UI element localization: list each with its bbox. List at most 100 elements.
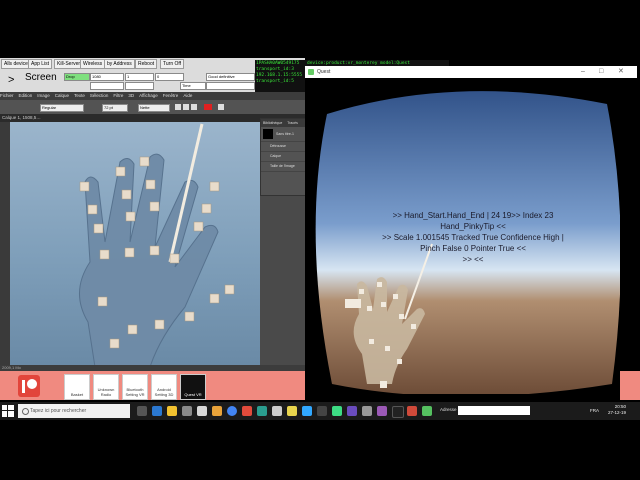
- layer-row[interactable]: Sans titre-1: [261, 127, 306, 142]
- debug-line: >> <<: [462, 255, 484, 264]
- app-icon-purple[interactable]: [377, 406, 387, 416]
- time-label: Time: [180, 82, 206, 90]
- layer-name: Calque: [270, 154, 282, 158]
- menu-item-filtre[interactable]: Filtre: [113, 93, 123, 98]
- hand-mesh-render: [79, 123, 235, 365]
- app-icon-teal[interactable]: [257, 406, 267, 416]
- language-indicator[interactable]: FRA: [590, 408, 599, 413]
- field-row2-b[interactable]: [125, 82, 154, 90]
- quest-title-bar[interactable]: Quest – □ ✕: [305, 66, 637, 78]
- top-black-band: [0, 0, 640, 58]
- tile-unknown-radio[interactable]: Unknown Radio: [93, 374, 119, 400]
- resolution-field[interactable]: 1080: [90, 73, 124, 81]
- bottom-black-band: [0, 420, 640, 480]
- app-icon-gray[interactable]: [272, 406, 282, 416]
- menu-item-3d[interactable]: 3D: [128, 93, 134, 98]
- photoshop-menu-bar: Fichier Edition Image Calque Texte Sélection F…: [0, 92, 305, 100]
- tools-panel: [0, 122, 10, 365]
- layer-row[interactable]: Détrousse: [261, 142, 306, 152]
- hand-debug-text: >> Hand_Start.Hand_End | 24 19>> Index 2…: [368, 210, 578, 265]
- app-icon-green[interactable]: [422, 406, 432, 416]
- tab-traces[interactable]: Tracés: [287, 121, 298, 125]
- menu-item-aide[interactable]: Aide: [183, 93, 192, 98]
- app-icon-red[interactable]: [242, 406, 252, 416]
- tile-basket[interactable]: Basket: [64, 374, 90, 400]
- visual-studio-icon[interactable]: [347, 406, 357, 416]
- app-icon-orange[interactable]: [212, 406, 222, 416]
- search-icon: [22, 408, 29, 415]
- photoshop-canvas[interactable]: [10, 122, 260, 365]
- explorer-icon[interactable]: [167, 406, 177, 416]
- debug-line: >> Hand_Start.Hand_End | 24 19>> Index 2…: [392, 211, 554, 220]
- align-center-icon[interactable]: [183, 104, 189, 110]
- unity-icon[interactable]: [392, 406, 404, 418]
- clock-date: 27-12-19: [607, 410, 626, 415]
- tab-bibliotheque[interactable]: Bibliothèque: [263, 121, 282, 125]
- tile-bluetooth-setting[interactable]: Bluetooth Setting VR: [122, 374, 148, 400]
- play-arrow-icon[interactable]: >: [8, 74, 14, 86]
- windows-start-icon[interactable]: [2, 405, 14, 417]
- right-tile-strip: [620, 371, 640, 400]
- taskbar-search-input[interactable]: Tapez ici pour rechercher: [18, 404, 130, 418]
- photoshop-icon[interactable]: [302, 406, 312, 416]
- menu-item-image[interactable]: Image: [37, 93, 50, 98]
- tile-quest-vr[interactable]: Quest VR: [180, 374, 206, 400]
- maximize-icon[interactable]: □: [599, 66, 603, 78]
- panel-tabs: Bibliothèque Tracés: [261, 119, 306, 127]
- field-row2-c[interactable]: [206, 82, 255, 90]
- screen-label: Screen: [25, 72, 57, 83]
- layer-row[interactable]: Taille de l'image: [261, 162, 306, 172]
- menu-item-texte[interactable]: Texte: [74, 93, 85, 98]
- font-style-field[interactable]: Regular: [40, 104, 84, 112]
- reboot-button[interactable]: Reboot: [135, 59, 158, 69]
- address-label: Adresse: [440, 407, 457, 412]
- kill-server-button[interactable]: Kill-Server: [54, 59, 84, 69]
- wireless-button[interactable]: Wireless: [80, 59, 106, 69]
- layer-row[interactable]: Calque: [261, 152, 306, 162]
- close-icon[interactable]: ✕: [618, 66, 624, 78]
- address-input[interactable]: [458, 406, 530, 415]
- windows-taskbar: Tapez ici pour rechercher Adresse FRA 20…: [0, 402, 640, 420]
- minimize-icon[interactable]: –: [581, 66, 585, 78]
- scale-field[interactable]: 1: [125, 73, 154, 81]
- menu-item-fenetre[interactable]: Fenêtre: [163, 93, 179, 98]
- app-icon-red2[interactable]: [407, 406, 417, 416]
- menu-item-selection[interactable]: Sélection: [90, 93, 109, 98]
- offset-field[interactable]: 0: [155, 73, 184, 81]
- android-icon[interactable]: [332, 406, 342, 416]
- field-row2-a[interactable]: [90, 82, 124, 90]
- app-list-button[interactable]: App List: [28, 59, 53, 69]
- turn-off-button[interactable]: Turn Off: [160, 59, 185, 69]
- by-address-button[interactable]: by Address: [104, 59, 135, 69]
- warp-text-icon[interactable]: [218, 104, 224, 110]
- menu-item-edition[interactable]: Edition: [19, 93, 33, 98]
- drop-button[interactable]: Drop: [64, 73, 90, 81]
- app-icon-yellow[interactable]: [287, 406, 297, 416]
- anti-alias-field[interactable]: Nette: [138, 104, 170, 112]
- app-icon: [308, 69, 314, 75]
- menu-item-affichage[interactable]: Affichage: [139, 93, 158, 98]
- console-line: transport_id:5: [256, 79, 294, 84]
- layer-name: Détrousse: [270, 144, 286, 148]
- task-view-icon[interactable]: [137, 406, 147, 416]
- taskbar-clock[interactable]: 20:50 27-12-19: [602, 404, 626, 416]
- tile-android-setting[interactable]: Android Setting 3D: [151, 374, 177, 400]
- align-left-icon[interactable]: [175, 104, 181, 110]
- align-right-icon[interactable]: [191, 104, 197, 110]
- window-title: Quest: [317, 69, 331, 75]
- debug-line: >> Scale 1.001545 Tracked True Confidenc…: [382, 233, 564, 242]
- menu-item-calque[interactable]: Calque: [55, 93, 69, 98]
- app-icon-light[interactable]: [362, 406, 372, 416]
- menu-item-fichier[interactable]: Fichier: [0, 93, 14, 98]
- font-size-field[interactable]: 72 pt: [102, 104, 128, 112]
- mail-icon[interactable]: [197, 406, 207, 416]
- app-icon-dark[interactable]: [317, 406, 327, 416]
- text-color-swatch[interactable]: [204, 104, 212, 110]
- app-tile-strip: Basket Unknown Radio Bluetooth Setting V…: [0, 371, 305, 400]
- store-icon[interactable]: [182, 406, 192, 416]
- chrome-icon[interactable]: [227, 406, 237, 416]
- patreon-icon[interactable]: [18, 375, 40, 397]
- edge-icon[interactable]: [152, 406, 162, 416]
- photoshop-options-bar: Regular 72 pt Nette: [0, 100, 305, 114]
- quality-select[interactable]: Good definitive: [206, 73, 255, 81]
